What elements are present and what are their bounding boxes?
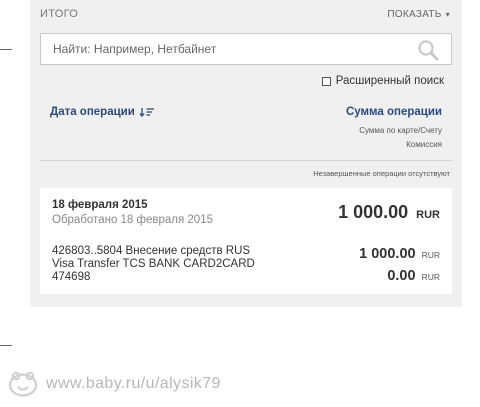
search-box	[40, 33, 452, 65]
card-amount: 1 000.00	[359, 246, 416, 262]
panel-title: ИТОГО	[40, 8, 79, 20]
advanced-search-toggle[interactable]: Расширенный поиск	[321, 75, 444, 87]
operation-processed-date: Обработано 18 февраля 2015	[52, 214, 213, 226]
operations-panel: ИТОГО ПОКАЗАТЬ▾ Расширенный поиск Дата о…	[30, 0, 462, 307]
advanced-search-label: Расширенный поиск	[335, 75, 444, 87]
card-amount-line: 1 000.00 RUR	[359, 246, 440, 262]
watermark-text: www.baby.ru/u/alysik79	[46, 375, 221, 392]
chevron-down-icon: ▾	[445, 10, 450, 19]
sum-column-subtitle: Сумма по карте/Счету Комиссия	[346, 124, 442, 152]
panel-header: ИТОГО ПОКАЗАТЬ ▾	[40, 8, 450, 24]
sort-by-sum-header[interactable]: Сумма операции	[346, 106, 442, 118]
operation-description-line: Visa Transfer TCS BANK CARD2CARD	[52, 258, 255, 270]
baby-ru-logo-icon	[8, 371, 38, 397]
search-input[interactable]	[41, 34, 401, 64]
operation-date: 18 февраля 2015	[52, 199, 148, 211]
search-icon[interactable]	[417, 39, 439, 61]
operation-description: 426803..5804 Внесение средств RUS Visa T…	[52, 245, 302, 284]
header-divider	[40, 160, 452, 161]
pending-operations-note: Незавершенные операции отсутствуют	[313, 169, 450, 178]
operation-description-line: 426803..5804 Внесение средств RUS	[52, 245, 251, 257]
operation-description-line: 474698	[52, 271, 91, 283]
fee-currency: RUR	[421, 272, 440, 282]
operation-total-currency: RUR	[416, 209, 440, 221]
sort-descending-icon	[139, 108, 154, 117]
date-column-label: Дата операции	[50, 106, 135, 118]
operation-total-amount: 1 000.00	[338, 202, 409, 222]
fee-amount-line: 0.00 RUR	[387, 268, 440, 284]
card-currency: RUR	[421, 250, 440, 260]
watermark: www.baby.ru/u/alysik79	[8, 371, 221, 397]
sum-column-header: Сумма операции Сумма по карте/Счету Коми…	[346, 106, 442, 152]
page-edge-divider	[0, 345, 12, 346]
sort-by-date-header[interactable]: Дата операции	[50, 106, 155, 118]
fee-amount: 0.00	[387, 268, 416, 284]
card-sum-caption: Сумма по карте/Счету	[359, 126, 442, 135]
advanced-search-checkbox[interactable]	[321, 76, 331, 86]
show-dropdown-label: ПОКАЗАТЬ	[387, 9, 442, 20]
fee-caption: Комиссия	[406, 140, 442, 149]
operation-total: 1 000.00 RUR	[338, 202, 440, 223]
show-dropdown-button[interactable]: ПОКАЗАТЬ ▾	[387, 9, 450, 20]
page-edge-divider	[0, 49, 12, 50]
operation-card[interactable]: 18 февраля 2015 Обработано 18 февраля 20…	[40, 188, 452, 294]
